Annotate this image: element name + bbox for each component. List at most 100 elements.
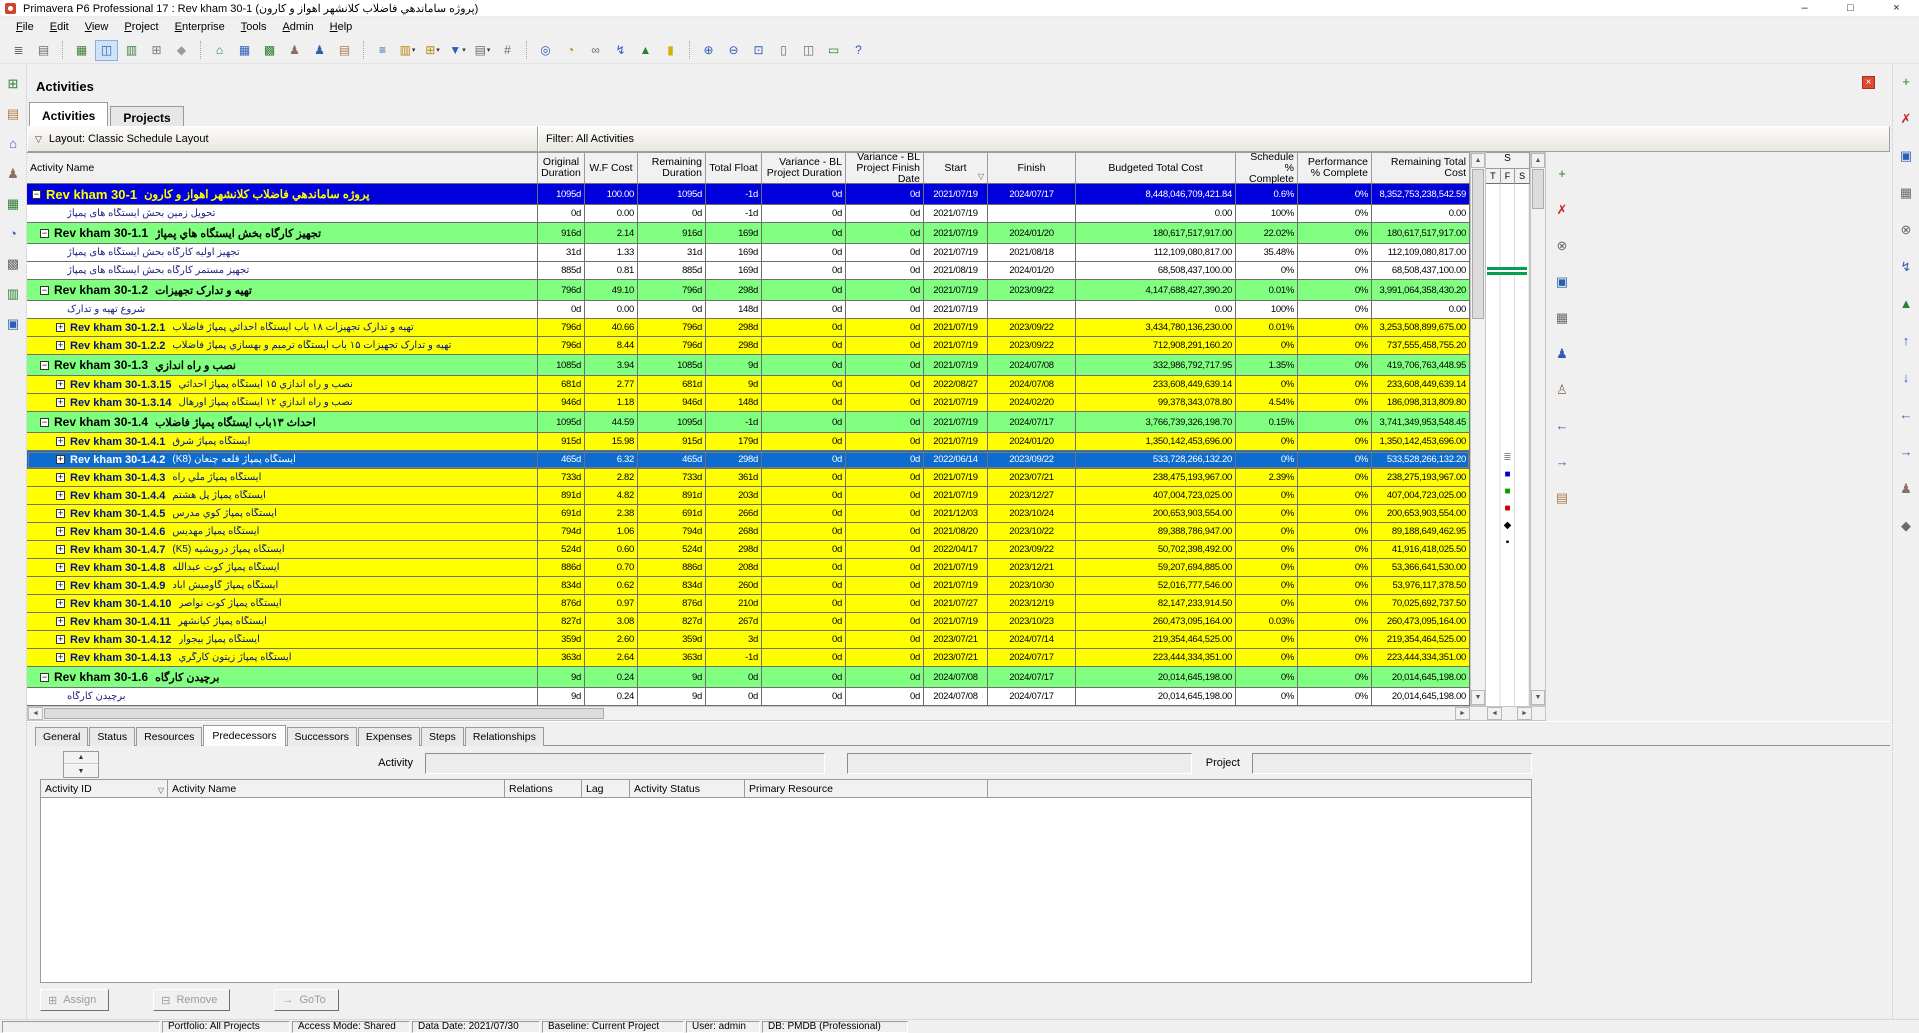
resource-assignments-window-icon[interactable]: ♟ [283, 40, 306, 61]
progress-spotlight-icon[interactable]: ▮ [659, 40, 682, 61]
assign-resource-icon[interactable]: ♟ [1551, 342, 1573, 364]
add-activity-icon[interactable]: + [1551, 162, 1573, 184]
table-row[interactable]: تجهیز اولیه کارگاه بحش ایستگاه های پمپاژ… [27, 244, 1470, 262]
expand-icon[interactable]: + [56, 563, 65, 572]
zoom-out-icon[interactable]: ⊖ [722, 40, 745, 61]
col-header-start[interactable]: Start▽ [924, 152, 988, 184]
wbs-directory-icon[interactable]: ▩ [2, 252, 24, 274]
resources-window-icon[interactable]: ♟ [308, 40, 331, 61]
table-view-icon[interactable]: ▦ [70, 40, 93, 61]
menu-project[interactable]: Project [116, 18, 166, 37]
table-row[interactable]: +Rev kham 30-1.4.9ایستگاه پمپاژ گاومیش آ… [27, 577, 1470, 595]
menu-view[interactable]: View [77, 18, 117, 37]
bars-icon[interactable]: ⊞▾ [421, 40, 444, 61]
detail-tab-status[interactable]: Status [89, 727, 135, 746]
activity-name-field[interactable] [847, 753, 1192, 774]
assign-button[interactable]: ⊞Assign [40, 989, 109, 1011]
scroll-up-icon[interactable]: ▲ [1471, 153, 1485, 168]
projects-directory-icon[interactable]: ⌂ [2, 132, 24, 154]
scroll-right-icon[interactable]: ► [1455, 707, 1470, 720]
next-activity-icon[interactable]: ▼ [64, 765, 98, 777]
gantt-scroll-right-icon[interactable]: ► [1517, 707, 1532, 720]
resources-directory-icon[interactable]: ♟ [2, 162, 24, 184]
table-row[interactable]: −Rev kham 30-1.4احداث ۱۳باب ایستگاه پمپا… [27, 412, 1470, 433]
notebook-icon[interactable]: ▤ [1551, 486, 1573, 508]
zoom-in-icon[interactable]: ⊕ [697, 40, 720, 61]
scroll-up-icon[interactable]: ▲ [1531, 153, 1545, 168]
table-row[interactable]: +Rev kham 30-1.4.12ایستگاه پمپاژ بیجوار3… [27, 631, 1470, 649]
new-project-icon[interactable]: ⊞ [2, 72, 24, 94]
activities-directory-icon[interactable]: ▥ [2, 282, 24, 304]
expand-icon[interactable]: + [56, 380, 65, 389]
expand-icon[interactable]: + [56, 341, 65, 350]
dcol-header-activity-status[interactable]: Activity Status [630, 779, 745, 798]
print-preview-icon[interactable]: ≣ [7, 40, 30, 61]
maximize-button[interactable]: □ [1828, 0, 1873, 17]
detail-tab-predecessors[interactable]: Predecessors [203, 725, 285, 746]
expand-icon[interactable]: + [56, 545, 65, 554]
filter-icon[interactable]: ▼▾ [446, 40, 469, 61]
dcol-header-relations[interactable]: Relations [505, 779, 582, 798]
menu-admin[interactable]: Admin [274, 18, 321, 37]
resource-icon[interactable]: ♟ [1895, 477, 1917, 499]
outdent-icon[interactable]: ← [1895, 403, 1917, 425]
table-row[interactable]: +Rev kham 30-1.4.10ایستگاه پمپاژ کوت نوا… [27, 595, 1470, 613]
table-horizontal-scrollbar[interactable]: ◄ ► ◄ ► [27, 706, 1546, 721]
collapse-icon[interactable]: − [40, 286, 49, 295]
predecessors-grid-body[interactable] [40, 798, 1532, 983]
schedule-icon[interactable]: ↯ [1895, 255, 1917, 277]
assignments-directory-icon[interactable]: ▣ [2, 312, 24, 334]
detail-tab-expenses[interactable]: Expenses [358, 727, 420, 746]
expand-icon[interactable]: + [56, 635, 65, 644]
table-row[interactable]: +Rev kham 30-1.4.11ایستگاه پمپاژ کیانشهر… [27, 613, 1470, 631]
level-icon[interactable]: ▲ [1895, 292, 1917, 314]
assign-successor-icon[interactable]: → [1551, 450, 1573, 472]
menu-file[interactable]: File [8, 18, 42, 37]
copy-icon[interactable]: ▣ [1895, 144, 1917, 166]
activity-usage-icon[interactable]: ▥ [120, 40, 143, 61]
font-icon[interactable]: # [496, 40, 519, 61]
detail-tab-resources[interactable]: Resources [136, 727, 202, 746]
move-up-icon[interactable]: ↑ [1895, 329, 1917, 351]
add-icon[interactable]: + [1895, 70, 1917, 92]
pushpin-icon[interactable]: ◆ [170, 40, 193, 61]
timescale-icon[interactable]: ◔ [559, 40, 582, 61]
group-sort-icon[interactable]: ≡ [371, 40, 394, 61]
scrollbar-thumb[interactable] [1532, 169, 1544, 209]
col-header-total-float[interactable]: Total Float [706, 152, 762, 184]
columns-icon[interactable]: ▥▾ [396, 40, 419, 61]
schedule-icon[interactable]: ↯ [609, 40, 632, 61]
activity-id-field[interactable] [425, 753, 825, 774]
expand-icon[interactable]: + [56, 437, 65, 446]
table-row[interactable]: −Rev kham 30-1.6برچیدن کارگاه9d0.249d0d0… [27, 667, 1470, 688]
table-row[interactable]: +Rev kham 30-1.2.1تهیه و تدارک تجهیزات ۱… [27, 319, 1470, 337]
col-header-variance-bl-finish[interactable]: Variance - BL Project Finish Date [846, 152, 924, 184]
previous-activity-icon[interactable]: ▲ [64, 752, 98, 764]
detail-tab-successors[interactable]: Successors [287, 727, 357, 746]
table-row[interactable]: +Rev kham 30-1.4.1ایستگاه پمپاژ شرق915d1… [27, 433, 1470, 451]
close-button[interactable]: × [1874, 0, 1919, 17]
scrollbar-thumb[interactable] [1472, 169, 1484, 319]
remove-button[interactable]: ⊟Remove [153, 989, 230, 1011]
comment-icon[interactable]: ▭ [822, 40, 845, 61]
page-setup-icon[interactable]: ▯ [772, 40, 795, 61]
col-header-remaining-duration[interactable]: Remaining Duration [638, 152, 706, 184]
expand-icon[interactable]: + [56, 398, 65, 407]
table-row[interactable]: +Rev kham 30-1.3.15نصب و راه اندازي ۱۵ ا… [27, 376, 1470, 394]
delete-activity-icon[interactable]: ✗ [1551, 198, 1573, 220]
scroll-down-icon[interactable]: ▼ [1471, 690, 1485, 705]
table-row[interactable]: +Rev kham 30-1.4.5ایستگاه پمپاژ کوي مدرس… [27, 505, 1470, 523]
table-row[interactable]: +Rev kham 30-1.4.7ایستگاه پمپاژ درویشیه … [27, 541, 1470, 559]
dcol-header-primary-resource[interactable]: Primary Resource [745, 779, 988, 798]
open-layout-icon[interactable]: ▤ [2, 102, 24, 124]
projects-window-icon[interactable]: ⌂ [208, 40, 231, 61]
dcol-header-activity-id[interactable]: Activity ID▽ [40, 779, 168, 798]
layout-options-bar[interactable]: ▽ Layout: Classic Schedule Layout [27, 126, 538, 152]
table-row[interactable]: −Rev kham 30-1.1تجهیز کارگاه بخش ایستگاه… [27, 223, 1470, 244]
table-vertical-scrollbar[interactable]: ▲ ▼ [1470, 152, 1486, 706]
detail-tab-general[interactable]: General [35, 727, 88, 746]
menu-enterprise[interactable]: Enterprise [167, 18, 233, 37]
table-row[interactable]: −Rev kham 30-1.3نصب و راه اندازي1085d3.9… [27, 355, 1470, 376]
col-header-schedule-pct[interactable]: Schedule % Complete [1236, 152, 1298, 184]
assign-role-icon[interactable]: ♙ [1551, 378, 1573, 400]
